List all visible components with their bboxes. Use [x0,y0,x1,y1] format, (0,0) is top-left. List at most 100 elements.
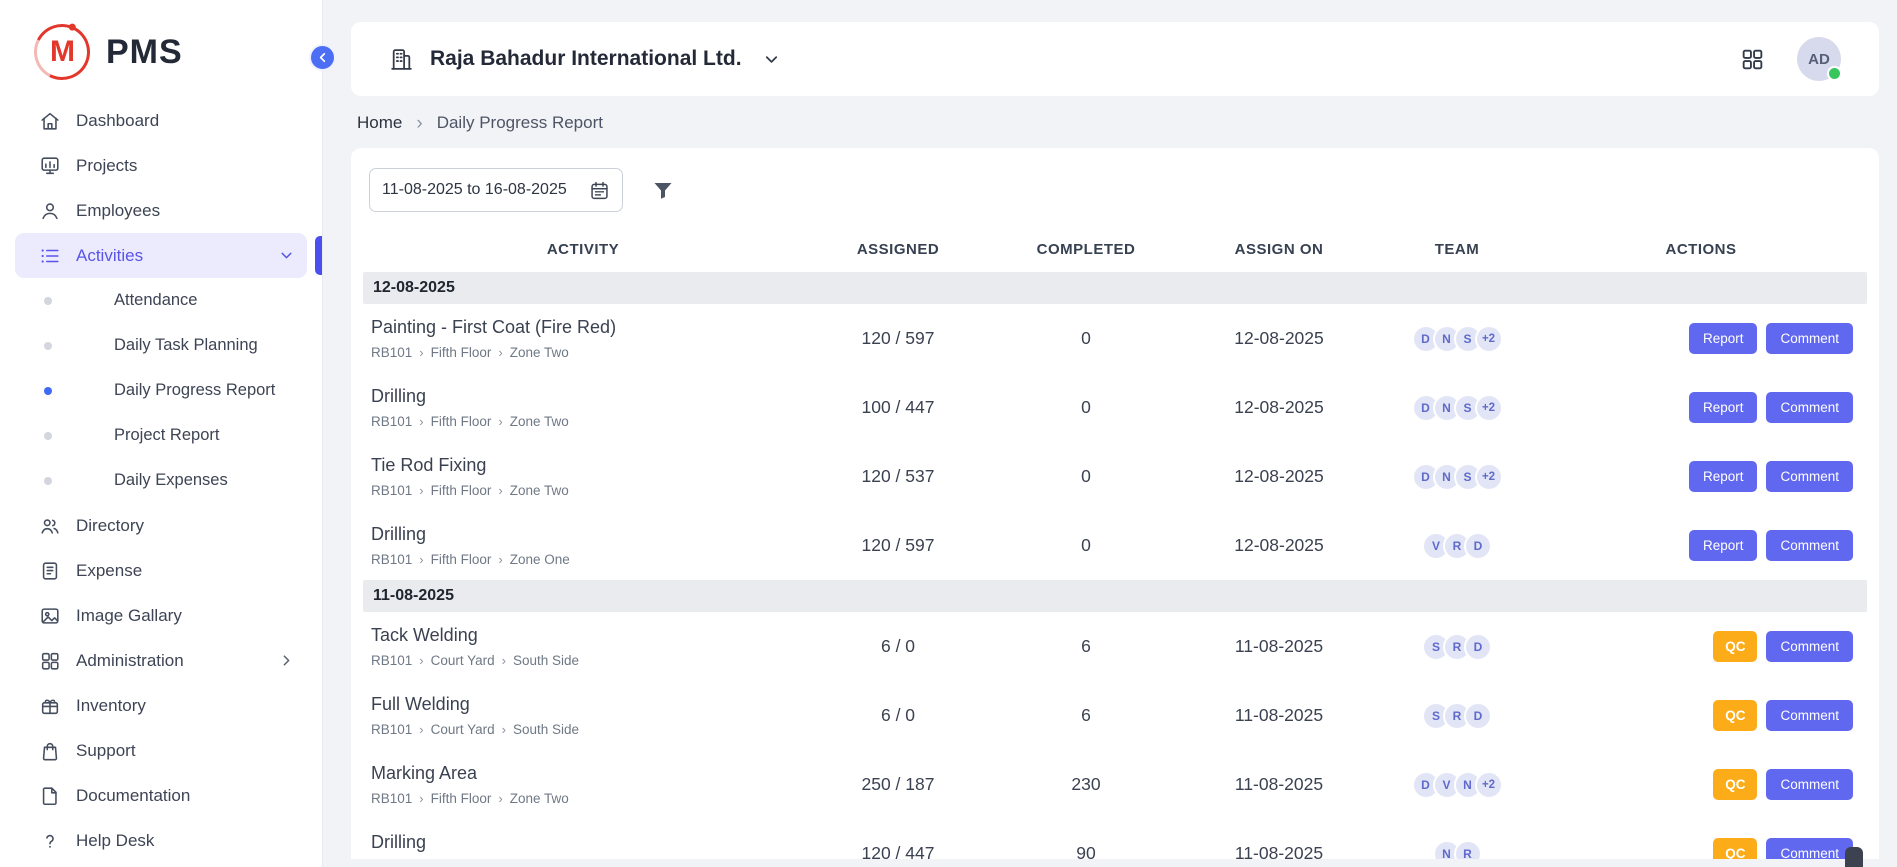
sidebar-item-support[interactable]: Support [15,728,307,773]
filter-icon[interactable] [651,178,675,202]
sidebar-item-label: Help Desk [76,831,154,851]
table-header-row: ACTIVITYASSIGNEDCOMPLETEDASSIGN ONTEAMAC… [363,226,1867,272]
comment-button[interactable]: Comment [1766,769,1853,800]
team-cell: DNS+2 [1379,325,1535,353]
sidebar-item-administration[interactable]: Administration [15,638,307,683]
team-cell: VRD [1379,532,1535,560]
sidebar-item-dashboard[interactable]: Dashboard [15,98,307,143]
activity-title: Full Welding [371,694,803,715]
qc-button[interactable]: QC [1713,838,1757,859]
bullet-dot [44,297,52,305]
comment-button[interactable]: Comment [1766,530,1853,561]
documentation-icon [39,785,61,807]
team-avatar: D [1464,702,1492,730]
sidebar-item-activities[interactable]: Activities [15,233,307,278]
qc-button[interactable]: QC [1713,631,1757,662]
completed-value: 0 [993,535,1179,556]
completed-value: 0 [993,328,1179,349]
sidebar-subitem-daily-task-planning[interactable]: Daily Task Planning [15,323,307,368]
sidebar-item-label: Inventory [76,696,146,716]
sidebar-item-inventory[interactable]: Inventory [15,683,307,728]
path-segment: Zone Two [510,483,569,498]
top-header: Raja Bahadur International Ltd. AD [351,22,1879,96]
assigned-value: 100 / 447 [803,397,993,418]
activity-path: RB101›Court Yard›South Side [371,653,803,668]
report-button[interactable]: Report [1689,530,1758,561]
assign-on-value: 11-08-2025 [1179,843,1379,859]
app-title: PMS [106,33,183,72]
sidebar-subitem-attendance[interactable]: Attendance [15,278,307,323]
table-row: Tack WeldingRB101›Court Yard›South Side6… [363,612,1867,681]
sidebar-subitem-label: Attendance [114,291,197,310]
path-segment: RB101 [371,722,412,737]
company-selector[interactable]: Raja Bahadur International Ltd. [389,47,781,72]
sidebar-item-label: Employees [76,201,160,221]
path-segment: Court Yard [431,653,495,668]
qc-button[interactable]: QC [1713,700,1757,731]
calendar-icon [589,180,610,201]
team-cell: SRD [1379,633,1535,661]
logo-letter: M [50,35,75,69]
employees-icon [39,200,61,222]
sidebar-item-expense[interactable]: Expense [15,548,307,593]
path-separator: › [419,483,423,498]
report-button[interactable]: Report [1689,392,1758,423]
chevron-down-icon [278,247,295,264]
table-row: DrillingRB101›Fifth Floor›Zone Two100 / … [363,373,1867,442]
activities-icon [39,245,61,267]
sidebar-item-image-gallary[interactable]: Image Gallary [15,593,307,638]
comment-button[interactable]: Comment [1766,461,1853,492]
administration-icon [39,650,61,672]
path-separator: › [419,345,423,360]
sidebar-item-help-desk[interactable]: Help Desk [15,818,307,863]
comment-button[interactable]: Comment [1766,838,1853,859]
assigned-value: 120 / 447 [803,843,993,859]
sidebar-collapse-button[interactable] [309,44,336,71]
sidebar-item-projects[interactable]: Projects [15,143,307,188]
app-logo: M PMS [0,0,322,94]
breadcrumb-home[interactable]: Home [357,113,402,133]
date-range-input[interactable]: 11-08-2025 to 16-08-2025 [369,168,623,212]
gallery-icon [39,605,61,627]
chevron-left-icon [315,50,330,65]
comment-button[interactable]: Comment [1766,323,1853,354]
assigned-value: 6 / 0 [803,705,993,726]
breadcrumb-current: Daily Progress Report [437,113,603,133]
actions-cell: Report Comment [1535,461,1867,492]
path-segment: South Side [513,653,579,668]
sidebar-subitem-daily-progress-report[interactable]: Daily Progress Report [15,368,307,413]
comment-button[interactable]: Comment [1766,392,1853,423]
assign-on-value: 11-08-2025 [1179,636,1379,657]
table-row: Full WeldingRB101›Court Yard›South Side6… [363,681,1867,750]
comment-button[interactable]: Comment [1766,631,1853,662]
inventory-icon [39,695,61,717]
apps-grid-icon[interactable] [1740,47,1765,72]
path-separator: › [502,653,506,668]
active-indicator [315,236,322,275]
sidebar-item-directory[interactable]: Directory [15,503,307,548]
sidebar-subitem-daily-expenses[interactable]: Daily Expenses [15,458,307,503]
assign-on-value: 12-08-2025 [1179,397,1379,418]
report-button[interactable]: Report [1689,461,1758,492]
sidebar-item-employees[interactable]: Employees [15,188,307,233]
team-cell: NR [1379,840,1535,860]
logo-mark-icon: M [27,17,98,88]
team-overflow-badge: +2 [1475,325,1503,353]
sidebar-subitem-project-report[interactable]: Project Report [15,413,307,458]
user-avatar[interactable]: AD [1797,37,1841,81]
comment-button[interactable]: Comment [1766,700,1853,731]
team-avatar: R [1454,840,1482,860]
bullet-dot [44,477,52,485]
qc-button[interactable]: QC [1713,769,1757,800]
bullet-dot [44,387,52,395]
actions-cell: QC Comment [1535,838,1867,859]
completed-value: 0 [993,397,1179,418]
scrollbar-thumb[interactable] [1845,847,1863,867]
report-button[interactable]: Report [1689,323,1758,354]
path-separator: › [498,483,502,498]
sidebar-item-documentation[interactable]: Documentation [15,773,307,818]
activity-path: RB101›Fifth Floor›Zone Two [371,345,803,360]
team-avatar: D [1464,532,1492,560]
activity-title: Drilling [371,524,803,545]
assign-on-value: 12-08-2025 [1179,328,1379,349]
